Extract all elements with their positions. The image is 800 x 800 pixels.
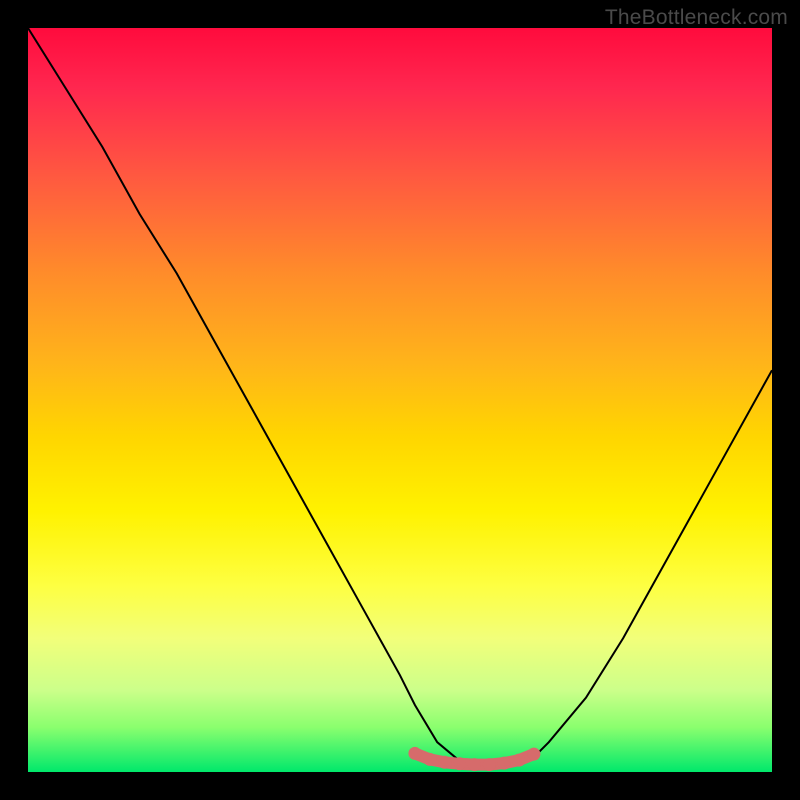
optimal-zone-dots [408,747,540,771]
marker-dot [423,753,436,766]
marker-dot [513,754,526,767]
marker-dot [468,758,481,771]
watermark-text: TheBottleneck.com [605,6,788,30]
marker-dot [483,758,496,771]
bottleneck-curve [28,28,772,765]
curve-layer [28,28,772,772]
marker-dot [438,756,451,769]
plot-area [28,28,772,772]
marker-dot [498,757,511,770]
marker-dot [527,748,540,761]
chart-container: TheBottleneck.com [0,0,800,800]
marker-dot [453,757,466,770]
marker-dot [408,747,421,760]
